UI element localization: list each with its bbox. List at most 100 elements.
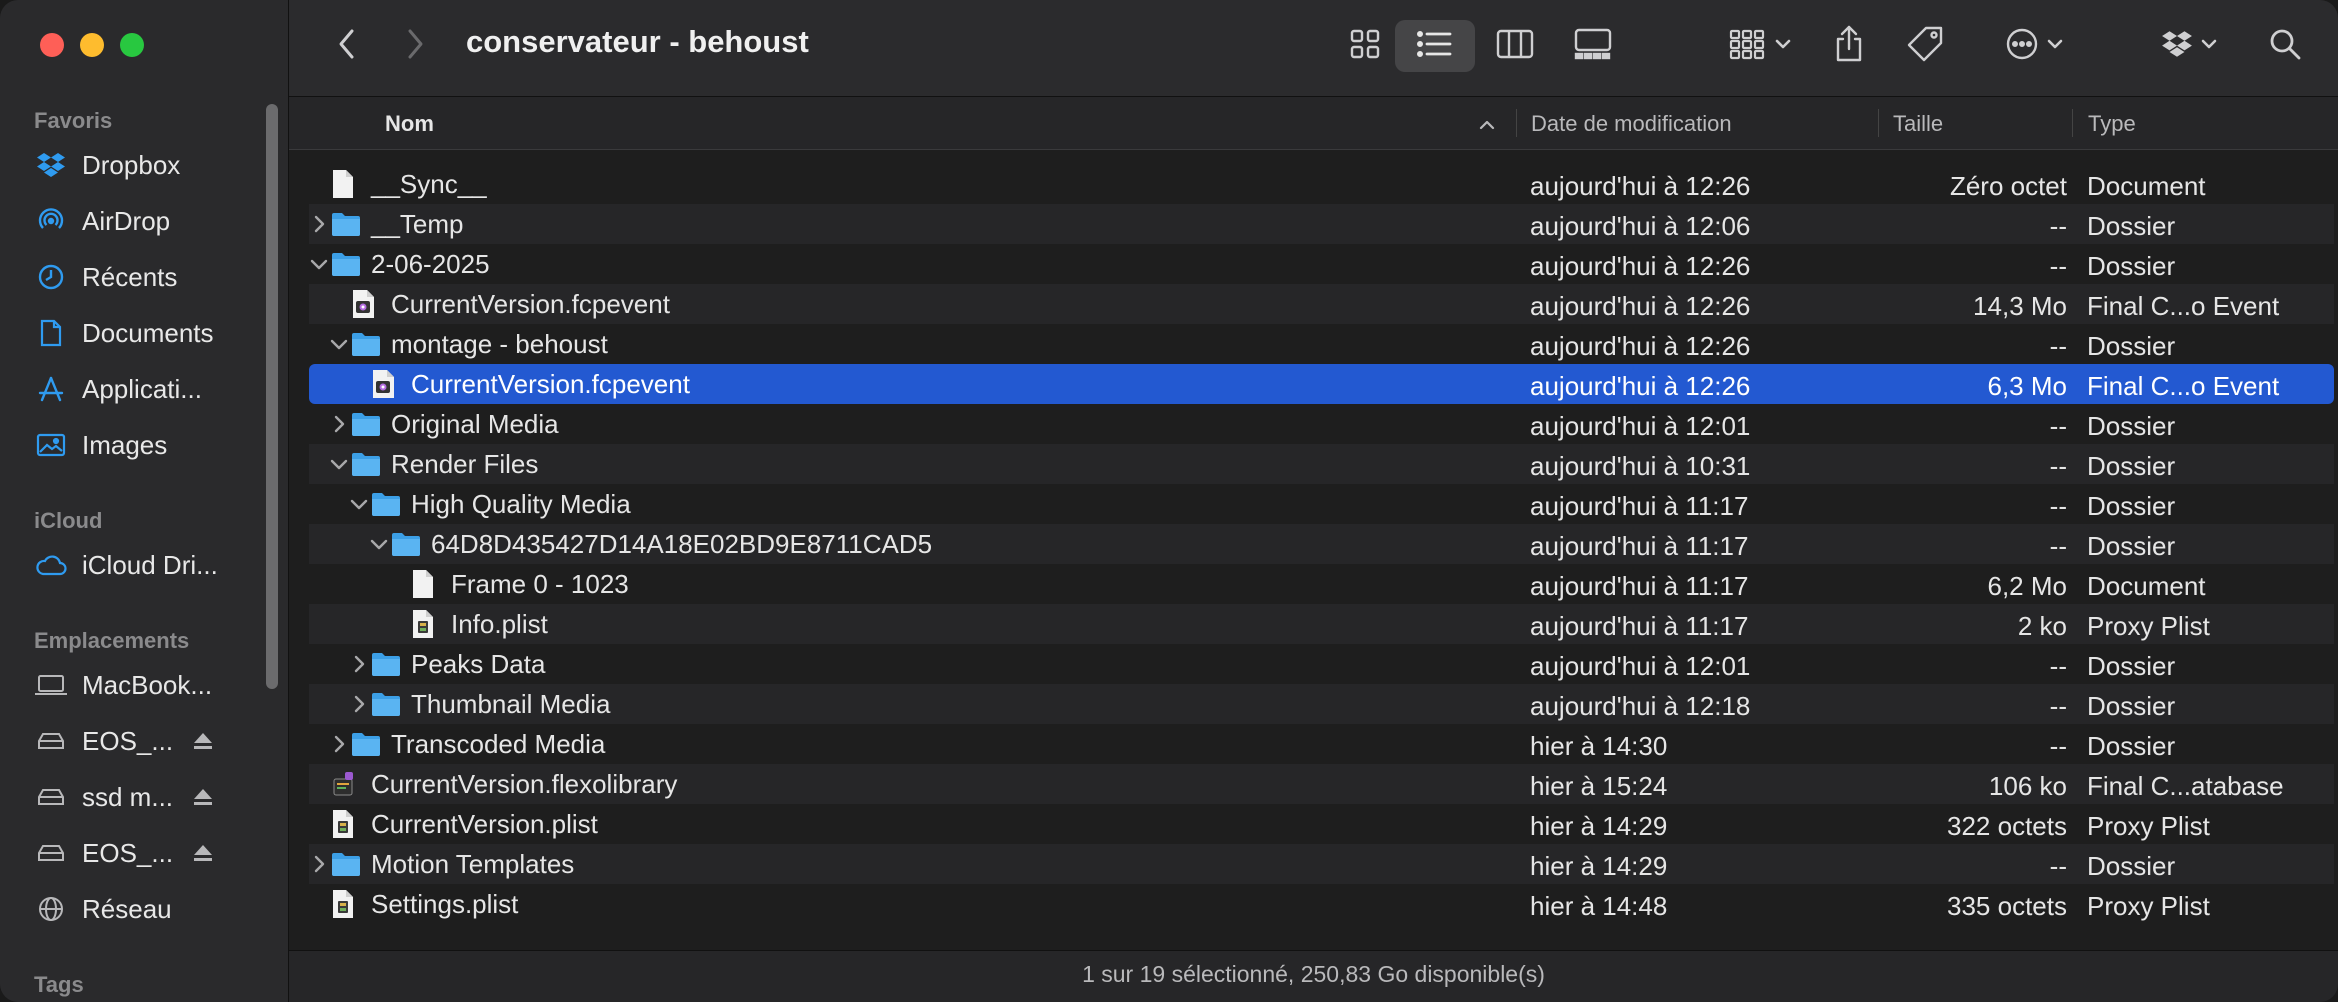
file-type: Dossier <box>2087 411 2176 441</box>
column-type-header[interactable]: Type <box>2088 111 2136 137</box>
table-row[interactable]: Peaks Data aujourd'hui à 12:01 -- Dossier <box>309 644 2334 684</box>
file-name: Motion Templates <box>371 848 575 879</box>
column-size-header[interactable]: Taille <box>1893 111 1943 137</box>
table-row[interactable]: Frame 0 - 1023 aujourd'hui à 11:17 6,2 Mo D… <box>309 564 2334 604</box>
sidebar-scrollbar[interactable] <box>266 104 278 689</box>
table-row[interactable]: Settings.plist hier à 14:48 335 octets Prox… <box>309 884 2334 924</box>
file-type: Dossier <box>2087 691 2176 721</box>
list-icon <box>1416 29 1453 64</box>
file-date: aujourd'hui à 11:17 <box>1530 611 1749 641</box>
table-row[interactable]: High Quality Media aujourd'hui à 11:17 -- D… <box>309 484 2334 524</box>
list-view-button[interactable] <box>1395 20 1475 72</box>
table-row[interactable]: Motion Templates hier à 14:29 -- Dossier <box>309 844 2334 884</box>
disclosure-expanded-icon[interactable] <box>307 252 331 276</box>
window-title: conservateur - behoust <box>466 24 809 59</box>
sidebar-item-recents[interactable]: Récents <box>34 255 264 299</box>
sidebar-item-ssd[interactable]: ssd m... <box>34 775 264 819</box>
forward-button[interactable] <box>397 26 433 62</box>
column-name-header[interactable]: Nom <box>385 111 434 137</box>
disclosure-collapsed-icon[interactable] <box>327 412 351 436</box>
folder-icon <box>351 409 381 439</box>
disclosure-collapsed-icon[interactable] <box>327 732 351 756</box>
file-size: 106 ko <box>1988 771 2067 801</box>
back-button[interactable] <box>329 26 365 62</box>
table-row[interactable]: __Sync__ aujourd'hui à 12:26 Zéro octet Doc… <box>309 164 2334 204</box>
actions-button[interactable] <box>1989 20 2079 72</box>
eject-icon[interactable] <box>192 731 214 751</box>
sidebar-item-eos-1[interactable]: EOS_... <box>34 719 264 763</box>
disclosure-collapsed-icon[interactable] <box>347 692 371 716</box>
table-row[interactable]: Thumbnail Media aujourd'hui à 12:18 -- Doss… <box>309 684 2334 724</box>
table-row[interactable]: Info.plist aujourd'hui à 11:17 2 ko Proxy P… <box>309 604 2334 644</box>
file-type: Proxy Plist <box>2087 891 2210 921</box>
table-row[interactable]: Original Media aujourd'hui à 12:01 -- Dossi… <box>309 404 2334 444</box>
disclosure-collapsed-icon[interactable] <box>307 852 331 876</box>
file-name-cell: 64D8D435427D14A18E02BD9E8711CAD5 <box>391 524 932 564</box>
icon-view-button[interactable] <box>1325 20 1405 72</box>
close-button[interactable] <box>40 33 64 57</box>
grid-icon <box>1349 28 1381 65</box>
table-row[interactable]: montage - behoust aujourd'hui à 12:26 -- Do… <box>309 324 2334 364</box>
sidebar-item-network[interactable]: Réseau <box>34 887 264 931</box>
fcp-file-icon <box>371 369 401 399</box>
dropbox-icon <box>34 150 68 180</box>
sidebar-item-dropbox[interactable]: Dropbox <box>34 143 264 187</box>
file-date: hier à 14:30 <box>1530 731 1668 761</box>
folder-icon <box>351 449 381 479</box>
file-type: Dossier <box>2087 211 2176 241</box>
sidebar-item-icloud-drive[interactable]: iCloud Dri... <box>34 543 264 587</box>
group-by-button[interactable] <box>1715 20 1805 72</box>
table-row[interactable]: 64D8D435427D14A18E02BD9E8711CAD5 aujourd'… <box>309 524 2334 564</box>
file-date: hier à 15:24 <box>1530 771 1668 801</box>
disclosure-collapsed-icon[interactable] <box>307 212 331 236</box>
sidebar-item-airdrop[interactable]: AirDrop <box>34 199 264 243</box>
file-date: hier à 14:29 <box>1530 811 1668 841</box>
file-name-cell: CurrentVersion.flexolibrary <box>331 764 677 804</box>
eject-icon[interactable] <box>192 843 214 863</box>
table-row[interactable]: __Temp aujourd'hui à 12:06 -- Dossier <box>309 204 2334 244</box>
search-button[interactable] <box>2255 20 2315 72</box>
sidebar-item-documents[interactable]: Documents <box>34 311 264 355</box>
table-row[interactable]: 2-06-2025 aujourd'hui à 12:26 -- Dossier <box>309 244 2334 284</box>
dropbox-toolbar-button[interactable] <box>2149 20 2229 72</box>
column-divider[interactable] <box>1516 109 1517 137</box>
tags-button[interactable] <box>1895 20 1955 72</box>
file-size: -- <box>2049 651 2067 681</box>
table-row[interactable]: Transcoded Media hier à 14:30 -- Dossier <box>309 724 2334 764</box>
sidebar-item-eos-2[interactable]: EOS_... <box>34 831 264 875</box>
file-name: Thumbnail Media <box>411 688 611 719</box>
zoom-button[interactable] <box>120 33 144 57</box>
table-row[interactable]: CurrentVersion.plist hier à 14:29 322 octe… <box>309 804 2334 844</box>
table-row[interactable]: CurrentVersion.fcpevent aujourd'hui à 12:… <box>309 284 2334 324</box>
file-name: CurrentVersion.flexolibrary <box>371 768 678 799</box>
folder-icon <box>331 849 361 879</box>
column-divider[interactable] <box>1878 109 1879 137</box>
status-bar: 1 sur 19 sélectionné, 250,83 Go disponib… <box>289 950 2338 1002</box>
column-date-header[interactable]: Date de modification <box>1531 111 1732 137</box>
table-row[interactable]: CurrentVersion.flexolibrary hier à 15:24 1… <box>309 764 2334 804</box>
sidebar-item-macbook[interactable]: MacBook... <box>34 663 264 707</box>
column-view-button[interactable] <box>1475 20 1555 72</box>
folder-icon <box>331 209 361 239</box>
sidebar-item-applications[interactable]: Applicati... <box>34 367 264 411</box>
table-row[interactable]: Render Files aujourd'hui à 10:31 -- Dossier <box>309 444 2334 484</box>
doc-file-icon <box>331 169 361 199</box>
disclosure-expanded-icon[interactable] <box>347 492 371 516</box>
minimize-button[interactable] <box>80 33 104 57</box>
gallery-view-button[interactable] <box>1553 20 1633 72</box>
eject-icon[interactable] <box>192 787 214 807</box>
disclosure-collapsed-icon[interactable] <box>347 652 371 676</box>
column-divider[interactable] <box>2072 109 2073 137</box>
sidebar-item-images[interactable]: Images <box>34 423 264 467</box>
file-name-cell: Info.plist <box>411 604 548 644</box>
file-name-cell: CurrentVersion.fcpevent <box>351 284 670 324</box>
file-date: aujourd'hui à 12:01 <box>1530 411 1751 441</box>
sidebar: Favoris Dropbox AirDrop Récents Document… <box>0 0 289 1002</box>
table-row-selected[interactable]: CurrentVersion.fcpevent aujourd'hui à 12:… <box>309 364 2334 404</box>
disclosure-expanded-icon[interactable] <box>327 332 351 356</box>
share-button[interactable] <box>1819 20 1879 72</box>
disclosure-expanded-icon[interactable] <box>367 532 391 556</box>
file-name-cell: __Sync__ <box>331 164 487 204</box>
plist-file-icon <box>331 889 361 919</box>
disclosure-expanded-icon[interactable] <box>327 452 351 476</box>
